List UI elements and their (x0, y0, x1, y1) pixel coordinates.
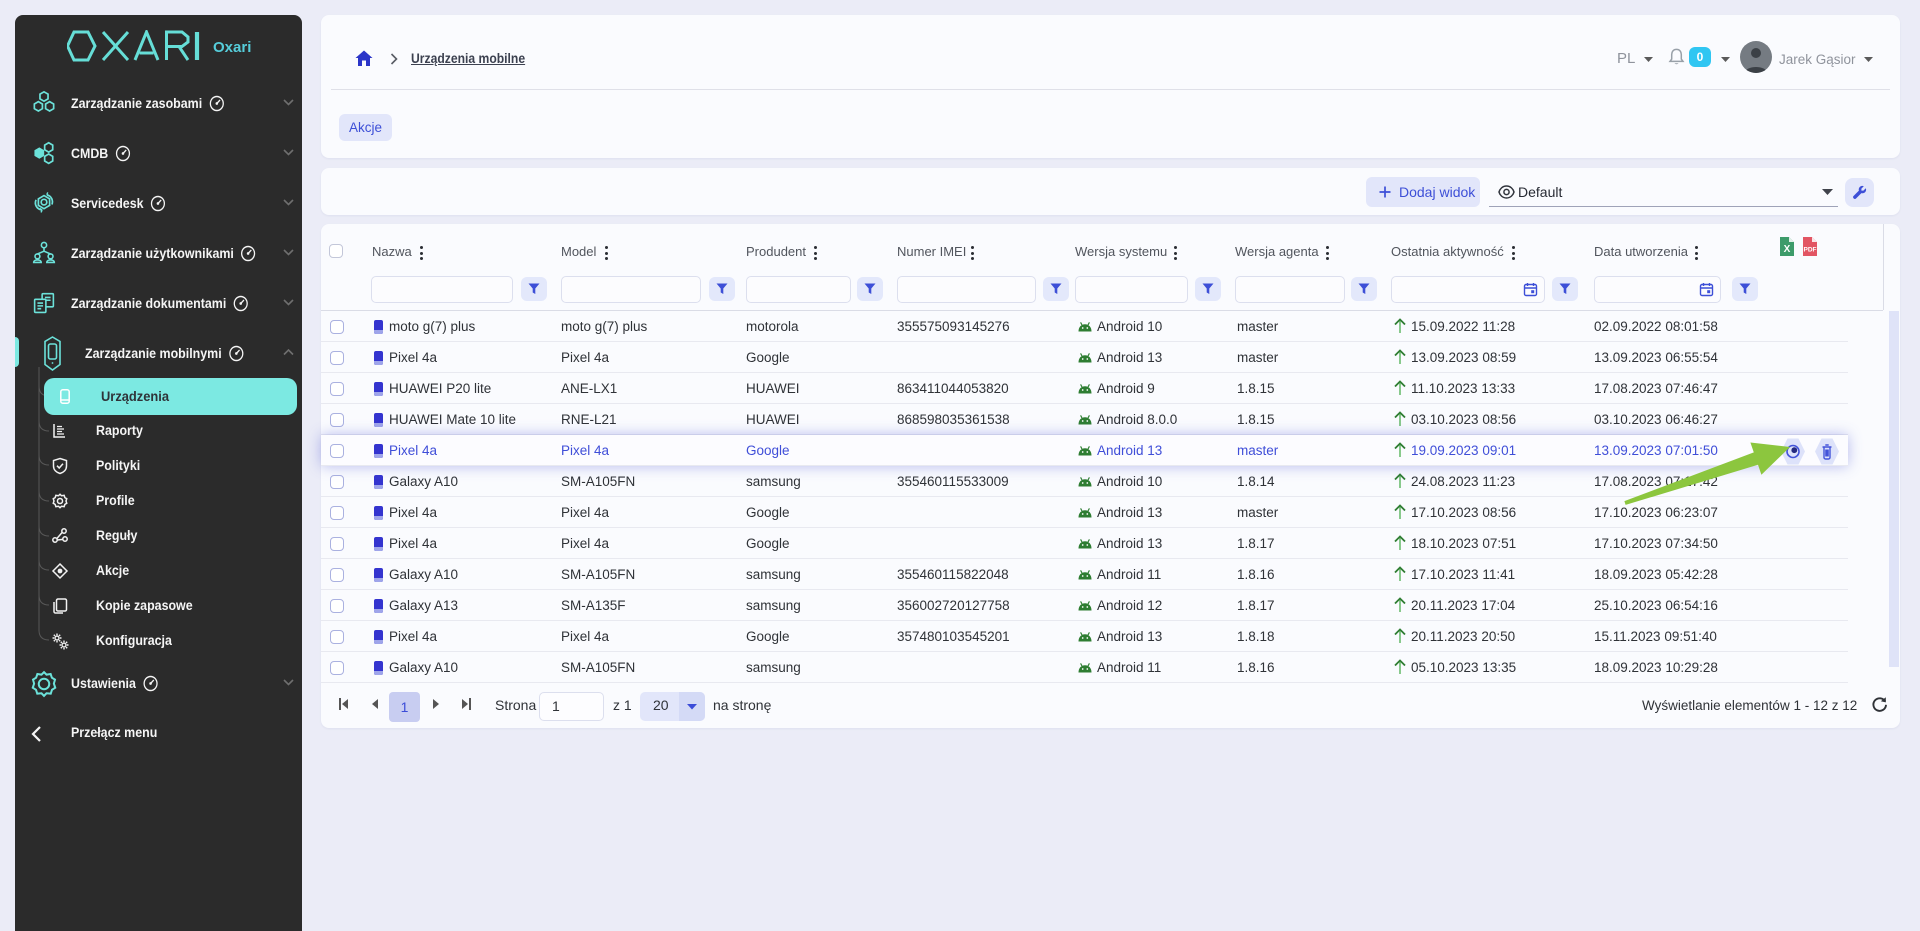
svg-text:PDF: PDF (1804, 247, 1817, 254)
svg-text:X: X (1784, 244, 1791, 255)
